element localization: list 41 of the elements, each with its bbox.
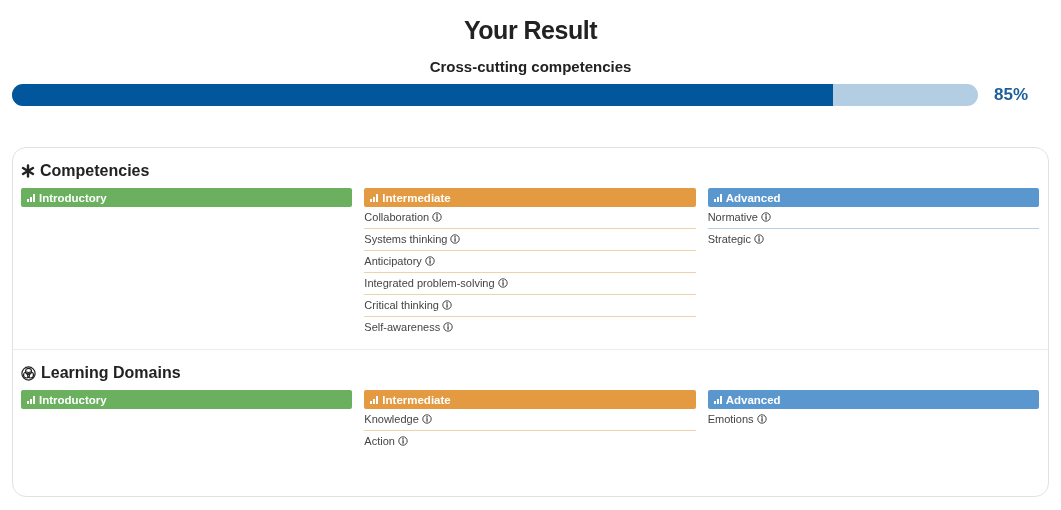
progress-percent: 85% [994, 85, 1029, 105]
progress-title: Cross-cutting competencies [429, 58, 632, 75]
competency-label: Strategic [707, 233, 752, 245]
competency-label: Integrated problem-solving [364, 277, 495, 289]
asterisk-icon [21, 164, 35, 178]
overlapping-circles-icon [21, 365, 36, 381]
competency-label: Emotions [707, 413, 754, 425]
info-icon[interactable] [450, 234, 461, 244]
info-icon[interactable] [421, 414, 432, 424]
bars-icon [370, 395, 379, 404]
info-icon[interactable] [754, 234, 765, 244]
level-label: Advanced [725, 191, 781, 204]
competency-label: Self-awareness [364, 321, 441, 333]
competency-label: Systems thinking [364, 233, 448, 245]
info-icon[interactable] [424, 256, 435, 266]
section-title: Learning Domains [41, 364, 181, 382]
bars-icon [370, 193, 379, 202]
competency-label: Knowledge [364, 413, 419, 425]
bars-icon [713, 395, 722, 404]
level-label: Advanced [725, 393, 781, 406]
level-label: Intermediate [382, 393, 451, 406]
page-title: Your Result [464, 16, 597, 45]
info-icon[interactable] [441, 300, 452, 310]
bars-icon [27, 193, 35, 202]
info-icon[interactable] [756, 414, 767, 424]
level-label: Introductory [39, 393, 107, 406]
info-icon[interactable] [432, 212, 443, 222]
level-label: Introductory [39, 191, 107, 204]
section-title: Competencies [40, 162, 150, 180]
info-icon[interactable] [497, 278, 508, 288]
competency-label: Critical thinking [364, 299, 439, 311]
competency-label: Collaboration [364, 211, 430, 223]
info-icon[interactable] [397, 436, 408, 446]
info-icon[interactable] [443, 322, 454, 332]
info-icon[interactable] [760, 212, 771, 222]
bars-icon [27, 395, 35, 404]
competency-label: Normative [707, 211, 758, 223]
bars-icon [713, 193, 722, 202]
level-label: Intermediate [382, 191, 451, 204]
competency-label: Action [364, 435, 395, 447]
competency-label: Anticipatory [364, 255, 422, 267]
